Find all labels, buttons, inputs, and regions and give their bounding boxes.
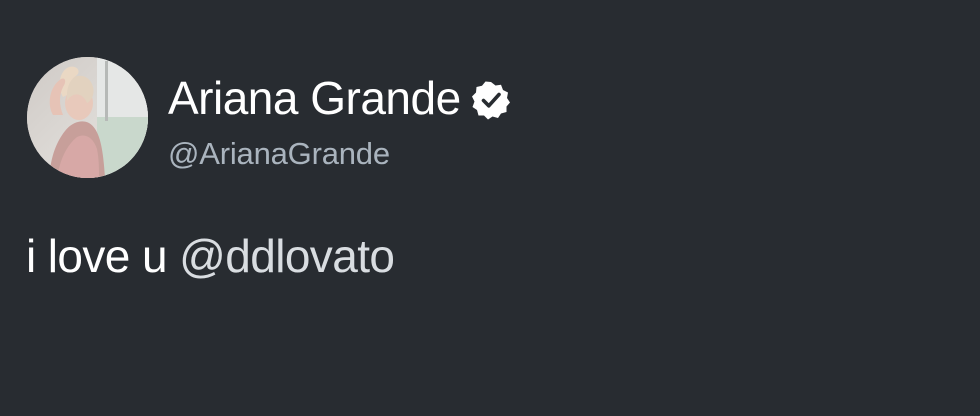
profile-photo-icon <box>27 57 148 178</box>
avatar[interactable] <box>27 57 148 178</box>
tweet-card: Ariana Grande @ArianaGrande i love u @dd… <box>0 0 980 416</box>
user-handle[interactable]: @ArianaGrande <box>168 138 390 169</box>
tweet-body: i love u @ddlovato <box>26 230 395 282</box>
display-name[interactable]: Ariana Grande <box>168 75 461 121</box>
tweet-text-prefix: i love u <box>26 230 180 282</box>
mention-link[interactable]: @ddlovato <box>179 230 395 282</box>
author-row: Ariana Grande <box>168 70 511 126</box>
verified-badge-icon <box>471 80 511 120</box>
